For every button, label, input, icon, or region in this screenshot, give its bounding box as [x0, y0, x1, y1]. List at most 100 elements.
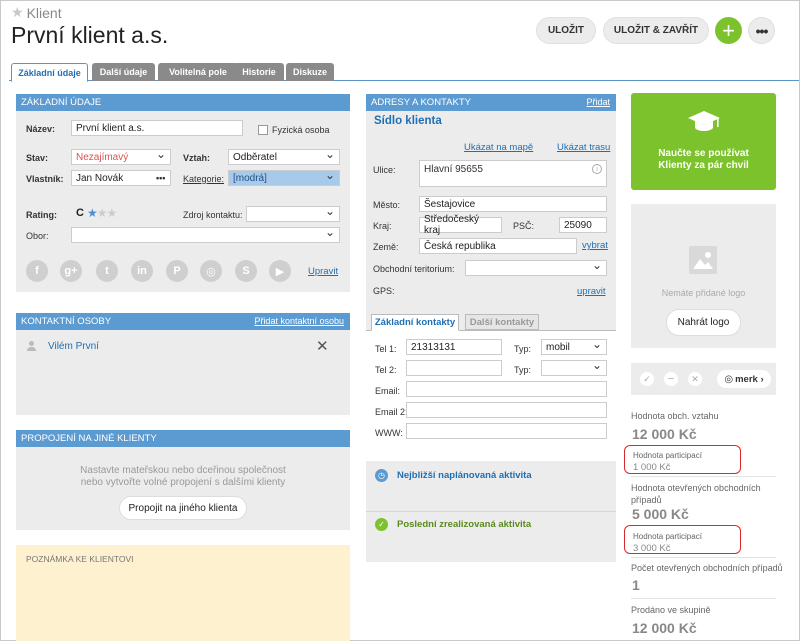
- open-deals-value: 5 000 Kč: [632, 506, 689, 522]
- category-select[interactable]: [modrá]: [228, 168, 340, 186]
- country-input[interactable]: Česká republika: [419, 238, 577, 254]
- no-logo-text: Nemáte přidané logo: [661, 288, 746, 298]
- star-icon[interactable]: ★: [107, 206, 118, 220]
- tab-history[interactable]: Historie: [234, 63, 284, 81]
- address-panel: ADRESY A KONTAKTY Přidat Sídlo klienta U…: [366, 94, 616, 450]
- merk-label: merk ›: [735, 373, 764, 385]
- email-label: Email:: [375, 386, 401, 396]
- tel1-input[interactable]: 21313131: [406, 339, 502, 355]
- source-select[interactable]: [246, 204, 340, 222]
- next-activity-label[interactable]: Nejbližší naplánovaná aktivita: [397, 470, 532, 481]
- zip-input[interactable]: 25090: [559, 217, 607, 233]
- city-input[interactable]: Šestajovice: [419, 196, 607, 212]
- tab-custom-fields[interactable]: Volitelná pole: [158, 63, 238, 81]
- region-input[interactable]: Středočeský kraj: [419, 214, 502, 236]
- person-icon: [27, 341, 36, 351]
- promo-text: Naučte se používat Klienty za pár chvil: [631, 148, 776, 172]
- address-subtitle: Sídlo klienta: [374, 115, 442, 127]
- google-plus-icon[interactable]: g+: [60, 260, 82, 282]
- add-button[interactable]: +: [715, 17, 742, 44]
- owner-label: Vlastník:: [26, 174, 64, 184]
- minus-icon[interactable]: −: [664, 372, 678, 386]
- email2-input[interactable]: [406, 402, 607, 418]
- name-input[interactable]: První klient a.s.: [71, 120, 243, 136]
- tab-discussion[interactable]: Diskuze: [286, 63, 334, 81]
- open-deals-title-1: Hodnota otevřených obchodních: [631, 483, 761, 493]
- merk-bar: ✓ − ✕ ◎ merk ›: [631, 363, 776, 395]
- tab-basic-contacts[interactable]: Základní kontakty: [371, 314, 459, 331]
- linked-clients-heading: PROPOJENÍ NA JINÉ KLIENTY: [16, 430, 350, 447]
- check-icon[interactable]: ✓: [640, 372, 654, 386]
- star-icon[interactable]: ★: [87, 206, 98, 220]
- linkedin-icon[interactable]: in: [131, 260, 153, 282]
- more-button[interactable]: •••: [748, 17, 775, 44]
- contacts-form: Tel 1: 21313131 Typ: mobil Tel 2: Typ: E…: [366, 331, 616, 450]
- gps-edit-link[interactable]: upravit: [577, 286, 606, 297]
- field-label: Obor:: [26, 231, 49, 241]
- close-icon[interactable]: ✕: [688, 372, 702, 386]
- basic-info-heading: ZÁKLADNÍ ÚDAJE: [16, 94, 350, 111]
- add-contact-link[interactable]: Přidat kontaktní osobu: [254, 316, 344, 326]
- skype-icon[interactable]: S: [235, 260, 257, 282]
- tab-basic[interactable]: Základní údaje: [11, 63, 88, 82]
- youtube-icon[interactable]: ▶: [269, 260, 291, 282]
- type2-select[interactable]: [541, 358, 607, 376]
- promo-banner[interactable]: Naučte se používat Klienty za pár chvil: [631, 93, 776, 190]
- tab-more[interactable]: Další údaje: [92, 63, 155, 81]
- email-input[interactable]: [406, 381, 607, 397]
- www-input[interactable]: [406, 423, 607, 439]
- tab-other-contacts[interactable]: Další kontakty: [465, 314, 539, 330]
- open-deals-count-title: Počet otevřených obchodních případů: [631, 563, 783, 573]
- close-icon[interactable]: ✕: [316, 337, 329, 355]
- source-label: Zdroj kontaktu:: [183, 210, 243, 220]
- star-icon[interactable]: ★: [97, 206, 108, 220]
- show-map-link[interactable]: Ukázat na mapě: [464, 142, 533, 153]
- owner-more-button[interactable]: •••: [156, 173, 165, 183]
- choose-country-link[interactable]: vybrat: [582, 240, 608, 251]
- contact-person-link[interactable]: Vilém První: [48, 341, 99, 352]
- link-client-button[interactable]: Propojit na jiného klienta: [119, 496, 247, 520]
- territory-select[interactable]: [465, 258, 607, 276]
- last-activity-label[interactable]: Poslední zrealizovaná aktivita: [397, 519, 531, 530]
- graduation-cap-icon: [687, 107, 721, 137]
- divider: [631, 476, 776, 477]
- rating-stars[interactable]: ★★★: [87, 206, 118, 220]
- zip-label: PSČ:: [513, 221, 535, 231]
- facebook-icon[interactable]: f: [26, 260, 48, 282]
- merk-button[interactable]: ◎ merk ›: [717, 370, 771, 388]
- rating-label: Rating:: [26, 210, 57, 220]
- city-label: Město:: [373, 200, 401, 210]
- note-panel: POZNÁMKA KE KLIENTOVI: [16, 545, 350, 641]
- rating-value: C: [76, 207, 84, 219]
- instagram-icon[interactable]: ◎: [200, 260, 222, 282]
- twitter-icon[interactable]: t: [96, 260, 118, 282]
- field-select[interactable]: [71, 225, 340, 243]
- clock-icon: ◷: [375, 469, 388, 482]
- person-checkbox[interactable]: [258, 125, 268, 135]
- show-route-link[interactable]: Ukázat trasu: [557, 142, 610, 153]
- note-heading: POZNÁMKA KE KLIENTOVI: [26, 554, 134, 564]
- territory-label: Obchodní teritorium:: [373, 264, 455, 274]
- category-label[interactable]: Kategorie:: [183, 174, 224, 184]
- save-button[interactable]: ULOŽIT: [536, 17, 596, 44]
- add-address-link[interactable]: Přidat: [586, 97, 610, 107]
- state-select[interactable]: Nezajímavý: [71, 147, 171, 165]
- star-icon[interactable]: ★: [11, 4, 24, 21]
- linked-clients-text: Nastavte mateřskou nebo dceřinou společn…: [16, 465, 350, 489]
- upload-logo-button[interactable]: Nahrát logo: [666, 309, 741, 336]
- social-edit-link[interactable]: Upravit: [308, 266, 338, 277]
- contacts-title: KONTAKTNÍ OSOBY: [21, 316, 112, 327]
- divider: [631, 598, 776, 599]
- logo-panel: Nemáte přidané logo Nahrát logo: [631, 204, 776, 348]
- save-close-button[interactable]: ULOŽIT & ZAVŘÍT: [603, 17, 709, 44]
- type1-select[interactable]: mobil: [541, 337, 607, 355]
- relation-value: 12 000 Kč: [632, 426, 697, 442]
- merk-logo-icon: ◎: [724, 373, 734, 385]
- street-input[interactable]: Hlavní 95655 i: [419, 160, 607, 187]
- relation-select[interactable]: Odběratel: [228, 147, 340, 165]
- tel2-input[interactable]: [406, 360, 502, 376]
- group-sold-value: 12 000 Kč: [632, 620, 697, 636]
- relation-label: Vztah:: [183, 153, 210, 163]
- open-deals-title: Hodnota otevřených obchodních případů: [631, 482, 761, 506]
- pinterest-icon[interactable]: P: [166, 260, 188, 282]
